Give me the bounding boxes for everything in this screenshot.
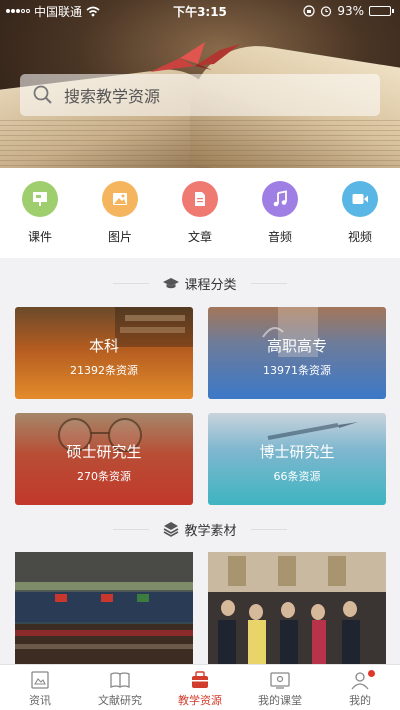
search-placeholder: 搜索教学资源	[64, 87, 161, 106]
classroom-icon	[270, 672, 290, 689]
battery-icon	[369, 6, 394, 16]
divider	[250, 528, 287, 530]
divider	[113, 528, 150, 530]
category-count: 270条资源	[77, 469, 131, 483]
battery-percent: 93%	[337, 4, 364, 18]
notification-dot	[368, 670, 375, 677]
course-section-header: 课程分类	[0, 270, 400, 296]
quick-link-label: 课件	[27, 230, 52, 244]
wifi-icon	[86, 6, 100, 16]
tab-my-classroom[interactable]: 我的课堂	[240, 665, 320, 710]
document-icon	[182, 181, 218, 217]
category-title: 本科	[88, 336, 119, 355]
ceremony-scene	[15, 552, 193, 664]
video-icon	[342, 181, 378, 217]
quick-link-label: 图片	[107, 230, 132, 244]
delegation-photo[interactable]	[208, 552, 386, 664]
category-card-doctoral[interactable]: 博士研究生 66条资源	[208, 413, 386, 505]
category-card-vocational[interactable]: 高职高专 13971条资源	[208, 307, 386, 399]
alarm-icon	[321, 6, 332, 17]
search-icon	[33, 85, 52, 104]
tab-label: 教学资源	[178, 694, 222, 707]
tab-label: 我的课堂	[258, 694, 302, 707]
tab-news[interactable]: 资讯	[0, 665, 80, 710]
tab-teaching-resources[interactable]: 教学资源	[160, 665, 240, 710]
quick-link-images[interactable]: 图片	[80, 168, 160, 258]
graduation-cap-icon	[163, 278, 180, 289]
presentation-icon	[22, 181, 58, 217]
category-card-undergraduate[interactable]: 本科 21392条资源	[15, 307, 193, 399]
tab-literature[interactable]: 文献研究	[80, 665, 160, 710]
carrier-label: 中国联通	[34, 4, 83, 19]
ceremony-photo[interactable]	[15, 552, 193, 664]
news-icon	[31, 671, 49, 689]
quick-link-audio[interactable]: 音频	[240, 168, 320, 258]
hero-banner: 中国联通 下午3:15 93% 搜索教学资源	[0, 0, 400, 168]
tab-profile[interactable]: 我的	[320, 665, 400, 710]
signal-icon	[6, 9, 30, 13]
quick-link-label: 文章	[187, 230, 212, 244]
category-count: 66条资源	[273, 469, 321, 483]
tab-label: 我的	[349, 694, 371, 707]
category-card-masters[interactable]: 硕士研究生 270条资源	[15, 413, 193, 505]
quick-link-video[interactable]: 视频	[320, 168, 400, 258]
quick-links: 课件 图片 文章 音频 视频	[0, 168, 400, 258]
music-icon	[262, 181, 298, 217]
layers-icon	[164, 522, 179, 537]
divider	[250, 282, 287, 284]
quick-link-articles[interactable]: 文章	[160, 168, 240, 258]
book-icon	[110, 672, 130, 688]
bottom-tab-bar: 资讯 文献研究 教学资源 我的课堂 我的	[0, 664, 400, 710]
category-count: 13971条资源	[263, 363, 331, 377]
quick-link-label: 音频	[267, 230, 292, 244]
category-title: 博士研究生	[259, 442, 335, 461]
quick-link-courseware[interactable]: 课件	[0, 168, 80, 258]
section-title: 课程分类	[184, 277, 237, 293]
search-input[interactable]: 搜索教学资源	[20, 74, 380, 116]
divider	[113, 282, 150, 284]
tab-label: 资讯	[29, 694, 51, 707]
quick-link-label: 视频	[347, 230, 372, 244]
material-section-header: 教学素材	[0, 516, 400, 542]
tab-label: 文献研究	[98, 694, 142, 707]
category-title: 高职高专	[266, 336, 327, 355]
category-title: 硕士研究生	[66, 442, 142, 461]
category-count: 21392条资源	[70, 363, 138, 377]
delegation-scene	[208, 552, 386, 664]
status-bar: 中国联通 下午3:15 93%	[0, 0, 400, 22]
book-page-edges	[0, 120, 400, 168]
resource-bag-icon	[192, 671, 208, 688]
image-icon	[102, 181, 138, 217]
orientation-lock-icon	[303, 5, 315, 17]
section-title: 教学素材	[184, 523, 237, 539]
